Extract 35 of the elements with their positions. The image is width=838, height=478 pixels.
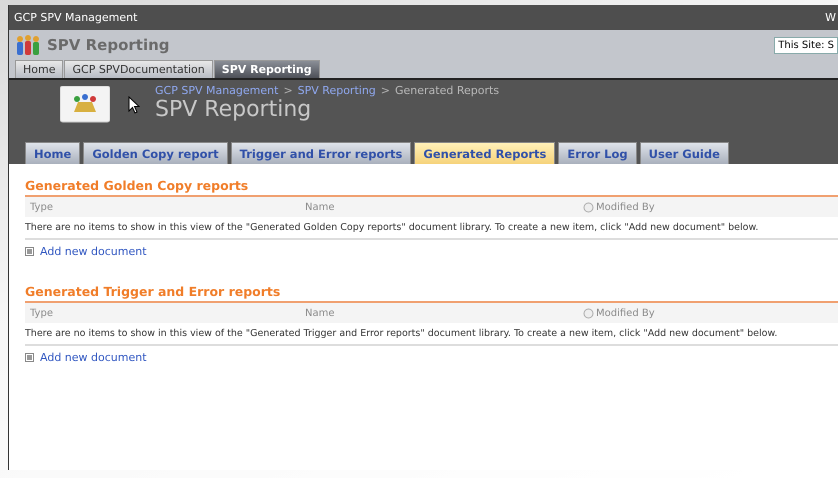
column-header[interactable]: Type (25, 308, 305, 318)
circle-icon (583, 202, 594, 212)
circle-icon (583, 308, 594, 318)
nav-tab[interactable]: Error Log (558, 142, 637, 164)
nav-tab[interactable]: Trigger and Error reports (230, 142, 412, 164)
add-icon (25, 353, 34, 362)
breadcrumb-current: Generated Reports (395, 84, 500, 97)
people-icon (15, 34, 41, 56)
column-header[interactable]: Name (305, 308, 583, 318)
add-icon (25, 247, 34, 256)
top-tab[interactable]: GCP SPVDocumentation (64, 60, 213, 78)
page-title: SPV Reporting (155, 97, 312, 122)
nav-tab[interactable]: Generated Reports (414, 142, 556, 164)
top-tab[interactable]: Home (15, 60, 64, 78)
welcome-text: W (825, 11, 837, 24)
nav-tab[interactable]: Home (25, 142, 80, 164)
breadcrumb-link[interactable]: SPV Reporting (298, 84, 376, 97)
top-tab[interactable]: SPV Reporting (214, 60, 320, 78)
search-scope-dropdown[interactable]: This Site: S (774, 36, 838, 54)
breadcrumb-link[interactable]: GCP SPV Management (155, 84, 278, 97)
add-document-link[interactable]: Add new document (40, 351, 147, 364)
column-header[interactable]: Modified By (583, 308, 655, 318)
cursor-icon (128, 96, 140, 114)
empty-message: There are no items to show in this view of the "Generated Trigger and Error reports" document library. To create a new item, click "Add new document" below. (25, 323, 838, 346)
nav-tab[interactable]: Golden Copy report (83, 142, 228, 164)
column-header[interactable]: Modified By (583, 202, 655, 212)
window-title: GCP SPV Management (14, 11, 138, 24)
breadcrumb-separator: > (283, 84, 293, 97)
breadcrumb-separator: > (380, 84, 390, 97)
add-document-link[interactable]: Add new document (40, 245, 147, 258)
empty-message: There are no items to show in this view of the "Generated Golden Copy reports" document library. To create a new item, click "Add new document" below. (25, 217, 838, 240)
nav-tab[interactable]: User Guide (640, 142, 729, 164)
column-header[interactable]: Type (25, 202, 305, 212)
column-header[interactable]: Name (305, 202, 583, 212)
site-title: SPV Reporting (47, 36, 170, 54)
